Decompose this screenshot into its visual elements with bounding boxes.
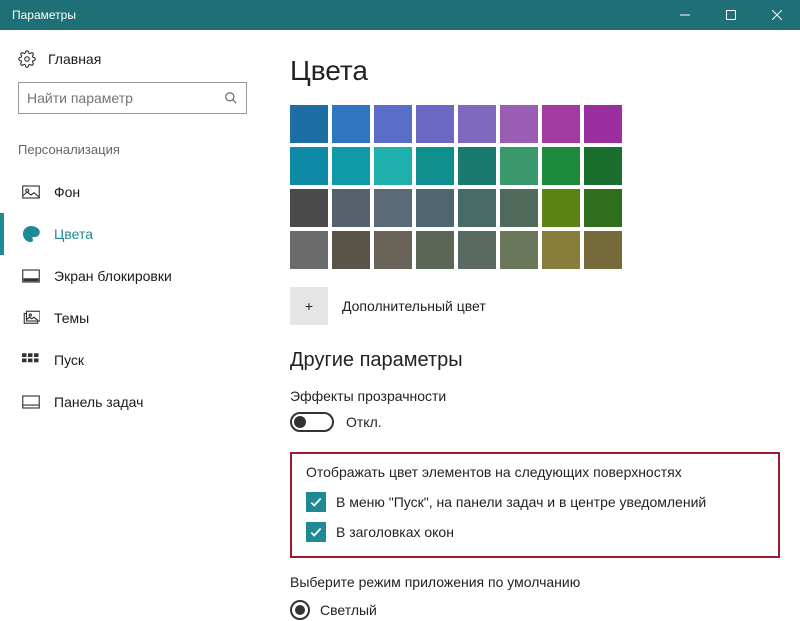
taskbar-icon (22, 395, 40, 409)
search-box[interactable] (18, 82, 247, 114)
close-button[interactable] (754, 0, 800, 30)
highlighted-surfaces-box: Отображать цвет элементов на следующих п… (290, 452, 780, 558)
check-icon (309, 495, 323, 509)
search-icon (224, 91, 238, 105)
color-swatch[interactable] (374, 105, 412, 143)
custom-color-label: Дополнительный цвет (342, 298, 486, 314)
search-input[interactable] (27, 90, 224, 106)
sidebar-item-lockscreen[interactable]: Экран блокировки (0, 255, 265, 297)
nav-label: Фон (54, 184, 80, 200)
start-icon (22, 353, 40, 367)
surfaces-label: Отображать цвет элементов на следующих п… (306, 464, 764, 480)
color-swatch[interactable] (416, 105, 454, 143)
color-swatch[interactable] (584, 105, 622, 143)
lockscreen-icon (22, 269, 40, 283)
color-swatch[interactable] (332, 231, 370, 269)
picture-icon (22, 185, 40, 199)
color-swatch[interactable] (290, 189, 328, 227)
sidebar-item-colors[interactable]: Цвета (0, 213, 265, 255)
color-swatch[interactable] (458, 105, 496, 143)
nav-label: Цвета (54, 226, 93, 242)
color-swatch[interactable] (542, 105, 580, 143)
home-link[interactable]: Главная (0, 50, 265, 82)
color-swatch[interactable] (584, 189, 622, 227)
section-label: Персонализация (0, 142, 265, 171)
checkbox-start-taskbar[interactable] (306, 492, 326, 512)
check-icon (309, 525, 323, 539)
transparency-label: Эффекты прозрачности (290, 388, 780, 404)
color-swatch[interactable] (416, 147, 454, 185)
sidebar-item-taskbar[interactable]: Панель задач (0, 381, 265, 423)
color-swatch[interactable] (290, 105, 328, 143)
custom-color-button[interactable]: + (290, 287, 328, 325)
color-palette (290, 105, 780, 269)
color-swatch[interactable] (500, 231, 538, 269)
color-swatch[interactable] (584, 231, 622, 269)
color-swatch[interactable] (458, 189, 496, 227)
maximize-button[interactable] (708, 0, 754, 30)
other-heading: Другие параметры (290, 349, 780, 372)
gear-icon (18, 50, 36, 68)
color-swatch[interactable] (374, 231, 412, 269)
themes-icon (22, 310, 40, 326)
radio-label: Светлый (320, 602, 377, 618)
check-label: В меню "Пуск", на панели задач и в центр… (336, 494, 706, 510)
color-swatch[interactable] (458, 147, 496, 185)
nav-label: Пуск (54, 352, 84, 368)
color-swatch[interactable] (290, 147, 328, 185)
page-title: Цвета (290, 55, 780, 87)
transparency-toggle[interactable] (290, 412, 334, 432)
color-swatch[interactable] (458, 231, 496, 269)
color-swatch[interactable] (332, 189, 370, 227)
color-swatch[interactable] (374, 189, 412, 227)
plus-icon: + (305, 298, 313, 314)
color-swatch[interactable] (500, 147, 538, 185)
sidebar-item-themes[interactable]: Темы (0, 297, 265, 339)
sidebar-item-background[interactable]: Фон (0, 171, 265, 213)
checkbox-titlebars[interactable] (306, 522, 326, 542)
sidebar: Главная Персонализация Фон Цвета Экран б… (0, 30, 265, 621)
color-swatch[interactable] (584, 147, 622, 185)
color-swatch[interactable] (332, 147, 370, 185)
nav-label: Панель задач (54, 394, 143, 410)
color-swatch[interactable] (500, 105, 538, 143)
color-swatch[interactable] (332, 105, 370, 143)
radio-light[interactable] (290, 600, 310, 620)
palette-icon (22, 225, 40, 243)
color-swatch[interactable] (542, 189, 580, 227)
main-panel: Цвета + Дополнительный цвет Другие парам… (265, 30, 800, 621)
sidebar-item-start[interactable]: Пуск (0, 339, 265, 381)
color-swatch[interactable] (416, 231, 454, 269)
window-title: Параметры (12, 8, 76, 22)
home-label: Главная (48, 51, 101, 67)
minimize-button[interactable] (662, 0, 708, 30)
color-swatch[interactable] (542, 147, 580, 185)
titlebar: Параметры (0, 0, 800, 30)
color-swatch[interactable] (416, 189, 454, 227)
check-label: В заголовках окон (336, 524, 454, 540)
color-swatch[interactable] (542, 231, 580, 269)
nav-label: Экран блокировки (54, 268, 172, 284)
nav-label: Темы (54, 310, 89, 326)
mode-label: Выберите режим приложения по умолчанию (290, 574, 780, 590)
color-swatch[interactable] (500, 189, 538, 227)
color-swatch[interactable] (374, 147, 412, 185)
color-swatch[interactable] (290, 231, 328, 269)
transparency-state: Откл. (346, 414, 382, 430)
